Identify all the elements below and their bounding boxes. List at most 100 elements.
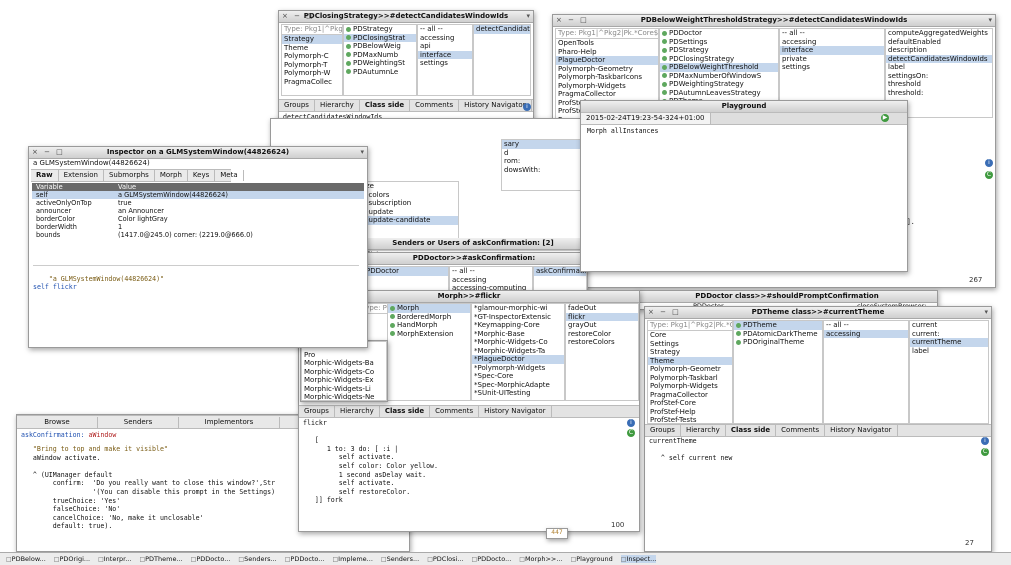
taskbar-item[interactable]: Senders... (381, 555, 420, 563)
tab-hierarchy[interactable]: Hierarchy (335, 406, 380, 417)
package-item[interactable]: *Morphic-Widgets-Ta (472, 347, 564, 356)
method-item[interactable]: computeAggregatedWeights (886, 29, 992, 38)
tab-history-navigator[interactable]: History Navigator (459, 100, 532, 111)
method-item[interactable]: flickr (566, 312, 638, 321)
info-icon[interactable]: i (627, 419, 635, 427)
run-icon[interactable]: C (985, 171, 993, 179)
package-item[interactable]: Core (648, 331, 732, 340)
method-item[interactable]: label (910, 347, 988, 356)
package-item[interactable]: Strategy (648, 348, 732, 357)
package-item[interactable]: OpenTools (556, 39, 658, 48)
protocol-item[interactable]: settings (780, 63, 884, 72)
do-it-icon[interactable]: ▶ (881, 114, 889, 122)
table-row[interactable]: announcer an Announcer (32, 207, 364, 215)
protocol-item[interactable]: -- all -- (824, 321, 908, 330)
taskbar-item[interactable]: Interpr... (98, 555, 132, 563)
package-item[interactable]: PragmaCollec (282, 78, 342, 87)
package-item[interactable]: *Spec-Core (472, 372, 564, 381)
method-item[interactable]: detectCandidates (474, 25, 530, 34)
package-item[interactable]: Theme (648, 356, 732, 365)
tab-submorphs[interactable]: Submorphs (104, 170, 155, 181)
package-item[interactable]: Polymorph-TaskbarIcons (556, 73, 658, 82)
tab-history-navigator[interactable]: History Navigator (825, 425, 898, 436)
taskbar-item[interactable]: Impleme... (333, 555, 373, 563)
title-bar[interactable]: × − □ PDBelowWeightThresholdStrategy>>#de… (553, 15, 995, 27)
table-row[interactable]: borderColor Color lightGray (32, 215, 364, 223)
protocol-item[interactable]: accessing (780, 38, 884, 47)
code-editor[interactable]: currentTheme ^ self current new (649, 437, 969, 537)
method-item[interactable]: threshold (886, 80, 992, 89)
class-item[interactable]: PDTheme (734, 321, 822, 330)
package-item[interactable]: *Polymorph-Widgets (472, 364, 564, 373)
class-item[interactable]: PDMaxNumberOfWindowS (660, 72, 778, 81)
method-item[interactable]: rom: (502, 157, 582, 166)
method-list[interactable]: detectCandidates (473, 24, 531, 96)
package-item[interactable]: Morphic-Widgets-Ne (302, 393, 386, 400)
class-item[interactable]: PDAutumnLe (344, 68, 416, 77)
package-item[interactable]: Polymorph-Geometr (648, 365, 732, 374)
package-item[interactable]: *Morphic-Base (472, 330, 564, 339)
protocol-item[interactable]: -subscription (364, 199, 458, 208)
package-item[interactable]: Morphic-Widgets-Ba (302, 359, 386, 368)
package-item[interactable]: Pro (302, 351, 386, 360)
protocol-item[interactable]: -- all -- (418, 25, 472, 34)
package-item[interactable]: ProfStef-Help (648, 408, 732, 417)
class-list[interactable]: PDTheme PDAtomicDarkTheme PDOriginalTheme (733, 320, 823, 424)
class-item[interactable]: PDStrategy (344, 25, 416, 34)
package-item[interactable]: Polymorph-Geometry (556, 65, 658, 74)
package-item[interactable]: Pharo-Help (556, 48, 658, 57)
class-item[interactable]: PDWeightingStrategy (660, 80, 778, 89)
class-item[interactable]: PDSettings (660, 38, 778, 47)
class-item[interactable]: Morph (388, 304, 470, 313)
package-item[interactable]: *Morphic-Widgets-Co (472, 338, 564, 347)
method-item[interactable]: threshold: (886, 89, 992, 98)
package-item[interactable]: ProfStef-Tests (648, 416, 732, 423)
package-item[interactable]: *GT-InspectorExtensic (472, 313, 564, 322)
package-item[interactable]: PlagueDoctor (556, 56, 658, 65)
class-item[interactable]: HandMorph (388, 321, 470, 330)
package-item[interactable]: *glamour-morphic-wi (472, 304, 564, 313)
method-item[interactable]: d (502, 149, 582, 158)
run-icon[interactable]: C (627, 429, 635, 437)
taskbar-item[interactable]: PDDocto... (191, 555, 230, 563)
table-row[interactable]: borderWidth 1 (32, 223, 364, 231)
protocol-item[interactable]: ze (364, 182, 458, 191)
package-list[interactable]: Core Settings Strategy Theme Polymorph-Geome… (647, 330, 733, 424)
protocol-item[interactable]: accessing (450, 276, 532, 285)
package-item[interactable]: *PlagueDoctor (472, 355, 564, 364)
taskbar-item[interactable]: PDOrigi... (54, 555, 90, 563)
code-editor[interactable]: flickr [ 1 to: 3 do: [ :i | self activat… (303, 419, 623, 525)
info-icon[interactable]: i (985, 159, 993, 167)
method-item[interactable]: label (886, 63, 992, 72)
title-bar[interactable]: PDDoctor>>#askConfirmation: (361, 253, 587, 265)
class-item[interactable]: PDOriginalTheme (734, 338, 822, 347)
senders-title-bar[interactable]: Senders or Users of askConfirmation: [2] (363, 238, 583, 250)
method-item[interactable]: current: (910, 330, 988, 339)
package-item[interactable]: Morphic-Widgets-Co (302, 368, 386, 377)
package-item[interactable]: Settings (648, 340, 732, 349)
tab-hierarchy[interactable]: Hierarchy (315, 100, 360, 111)
class-item[interactable]: PDAutumnLeavesStrategy (660, 89, 778, 98)
package-item[interactable]: Morphic-Widgets-Ex (302, 376, 386, 385)
method-item[interactable]: description (886, 46, 992, 55)
taskbar-item[interactable]: PDDocto... (472, 555, 511, 563)
tab-comments[interactable]: Comments (410, 100, 460, 111)
tab-class-side[interactable]: Class side (380, 406, 431, 417)
package-list[interactable]: Strategy Theme Polymorph-C Polymorph-T Polym… (281, 34, 343, 96)
title-bar[interactable]: × − □ PDClosingStrategy>>#detectCandidate… (279, 11, 533, 23)
tab-class-side[interactable]: Class side (360, 100, 411, 111)
class-item[interactable]: PDBelowWeightThreshold (660, 63, 778, 72)
tab-extension[interactable]: Extension (59, 170, 104, 181)
package-item[interactable]: Theme (282, 44, 342, 53)
method-item[interactable]: settingsOn: (886, 72, 992, 81)
method-item[interactable]: defaultEnabled (886, 38, 992, 47)
package-item[interactable]: Polymorph-C (282, 52, 342, 61)
class-item[interactable]: PDClosingStrat (344, 33, 416, 42)
tab-meta[interactable]: Meta (215, 170, 244, 181)
package-item[interactable]: Strategy (282, 35, 342, 44)
tab-keys[interactable]: Keys (188, 170, 216, 181)
protocol-item[interactable]: api (418, 42, 472, 51)
package-item[interactable]: Polymorph-T (282, 61, 342, 70)
class-item[interactable]: PDAtomicDarkTheme (734, 330, 822, 339)
protocol-item[interactable]: -- all -- (780, 29, 884, 38)
